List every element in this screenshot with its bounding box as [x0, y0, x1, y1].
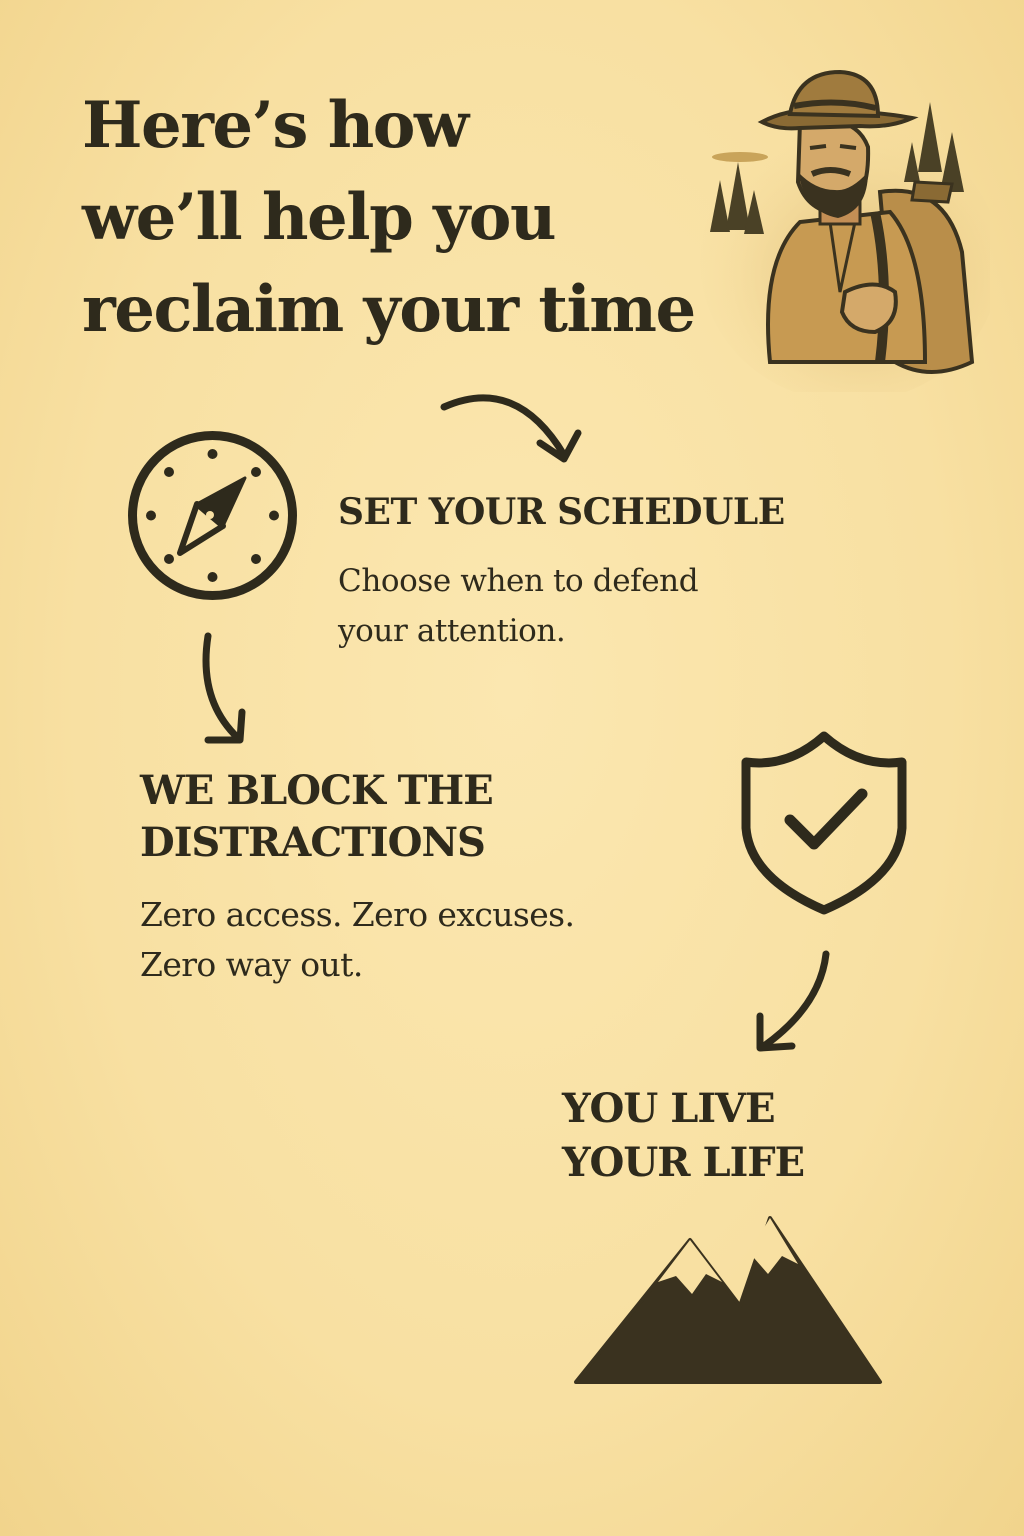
step-1-description-line-2: your attention.	[338, 613, 566, 649]
step-2-title-line-2: DISTRACTIONS	[140, 819, 486, 866]
step-2-description-line-2: Zero way out.	[140, 945, 363, 984]
step-2-description: Zero access. Zero excuses. Zero way out.	[140, 890, 575, 990]
step-3-title-line-1: YOU LIVE	[562, 1085, 776, 1132]
step-2-title: WE BLOCK THE DISTRACTIONS	[140, 765, 494, 869]
headline-line-3: reclaim your time	[82, 272, 696, 347]
mountains-icon	[574, 1216, 882, 1384]
step-1-description: Choose when to defend your attention.	[338, 556, 699, 656]
headline-line-1: Here’s how	[82, 88, 469, 163]
step-2-title-line-1: WE BLOCK THE	[140, 767, 494, 814]
arrow-to-live	[756, 950, 830, 1052]
page-headline: Here’s how we’ll help you reclaim your t…	[82, 80, 696, 356]
arrow-to-schedule	[440, 394, 582, 463]
compass-icon	[128, 431, 297, 600]
arrow-to-block	[202, 632, 246, 744]
step-1-title-line-1: SET YOUR SCHEDULE	[338, 491, 785, 533]
shield-check-icon	[741, 731, 907, 915]
hiker-illustration	[700, 69, 990, 392]
step-3-title-line-2: YOUR LIFE	[562, 1139, 805, 1186]
step-1-description-line-1: Choose when to defend	[338, 563, 699, 599]
step-2-description-line-1: Zero access. Zero excuses.	[140, 895, 575, 934]
step-1-title: SET YOUR SCHEDULE	[338, 486, 785, 538]
step-3-title: YOU LIVE YOUR LIFE	[562, 1082, 805, 1190]
headline-line-2: we’ll help you	[82, 180, 556, 255]
